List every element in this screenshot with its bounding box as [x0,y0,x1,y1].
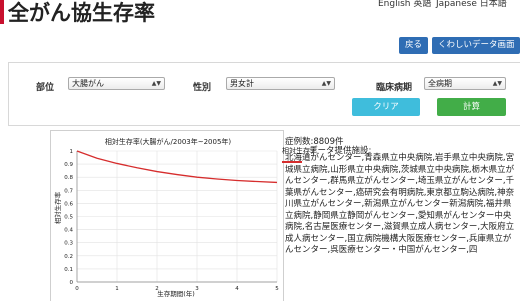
survival-chart-panel: 相対生存率(大腸がん/2003年~2005年) 生存期間(年) 相対生存率 00… [50,130,284,301]
survival-chart: 相対生存率(大腸がん/2003年~2005年) 生存期間(年) 相対生存率 00… [53,137,279,298]
search-form-panel [8,62,520,126]
provider-hospital-list: 北海道がんセンター,青森県立中央病院,岩手県立中央病院,宮城県立病院,山形県立中… [285,153,515,255]
calculate-button[interactable]: 計算 [437,98,506,116]
y-tick-label: 0.9 [64,162,73,168]
chevron-updown-icon: ▲▼ [492,80,502,87]
chart-series [76,150,278,184]
page-title: 全がん協生存率 [8,1,155,25]
x-tick-label: 4 [235,286,239,292]
chevron-updown-icon: ▲▼ [321,80,331,87]
detail-data-button[interactable]: くわしいデータ画面 [432,37,520,54]
y-tick-label: 0.6 [64,201,73,207]
lang-japanese-link[interactable]: Japanese 日本語 [436,0,507,9]
back-button[interactable]: 戻る [399,37,428,54]
site-select[interactable]: 大腸がん ▲▼ [68,77,165,90]
chart-x-axis-label: 生存期間(年) [157,289,195,298]
stage-select[interactable]: 全病期 ▲▼ [424,77,506,90]
page-header: 全がん協生存率 [0,0,200,26]
x-tick-label: 2 [155,286,159,292]
y-tick-label: 0 [70,280,74,286]
x-tick-label: 0 [75,286,79,292]
y-tick-label: 0.3 [64,241,73,247]
x-tick-label: 3 [195,286,199,292]
chart-y-axis-label: 相対生存率 [53,191,62,224]
sex-label: 性別 [193,83,212,93]
chart-grid [76,150,278,283]
lang-english-link[interactable]: English 英語 [378,0,431,9]
sex-select[interactable]: 男女計 ▲▼ [226,77,335,90]
y-tick-label: 0.5 [64,215,73,221]
chevron-updown-icon: ▲▼ [151,80,161,87]
stage-label: 臨床病期 [376,83,413,93]
y-tick-label: 0.2 [64,254,73,260]
y-tick-label: 0.8 [64,175,73,181]
y-tick-label: 0.7 [64,188,73,194]
x-tick-label: 5 [275,286,279,292]
y-tick-label: 0.4 [64,228,73,234]
y-tick-label: 1 [70,149,74,155]
site-select-value: 大腸がん [72,79,104,88]
survival-curve [76,150,278,184]
chart-title: 相対生存率(大腸がん/2003年~2005年) [105,137,232,146]
chart-ticks: 0 0.1 0.2 0.3 0.4 0.5 0.6 0.7 0.8 0.9 1 0 1 2 3 4 5 [64,149,279,292]
clear-button[interactable]: クリア [352,98,420,116]
title-accent-bar [0,0,4,24]
site-label: 部位 [36,83,55,93]
y-tick-label: 0.1 [64,267,73,273]
sex-select-value: 男女計 [230,79,254,88]
x-tick-label: 1 [115,286,119,292]
stage-select-value: 全病期 [428,79,452,88]
